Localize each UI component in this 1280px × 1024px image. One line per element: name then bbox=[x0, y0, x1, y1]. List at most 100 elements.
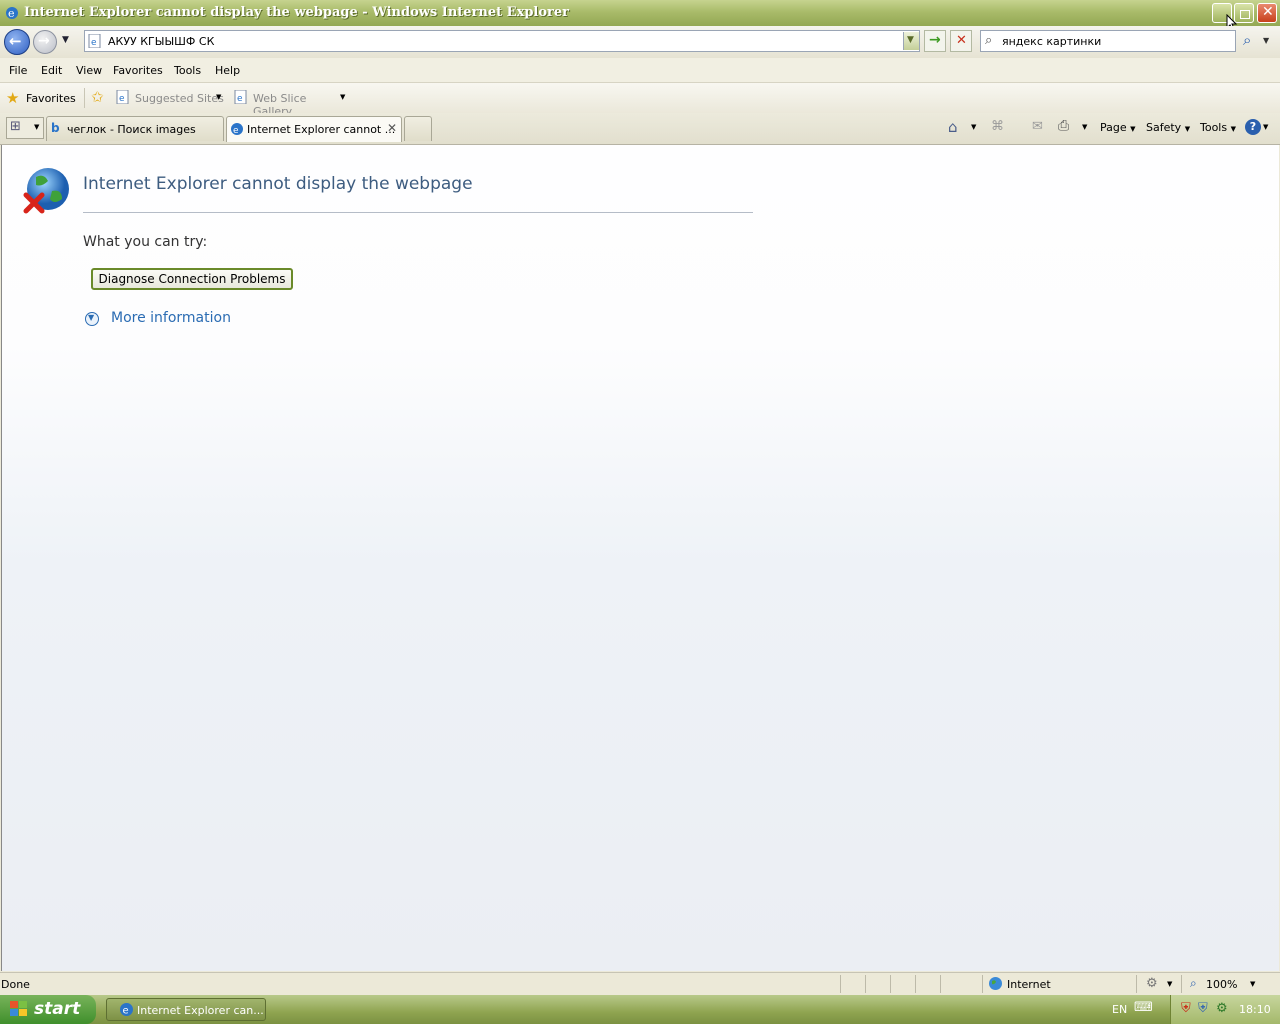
antivirus-shield-icon[interactable]: ⛨ bbox=[1181, 1001, 1191, 1016]
chevron-down-icon[interactable]: ▼ bbox=[1167, 980, 1172, 988]
home-icon[interactable]: ⌂ bbox=[948, 118, 958, 136]
network-icon[interactable]: ⚙ bbox=[1216, 1001, 1228, 1016]
chevron-down-icon: ▼ bbox=[1130, 125, 1136, 133]
tab-bar: ⊞ ▼ b чеглок - Поиск images e Internet E… bbox=[0, 113, 1280, 145]
expand-chevron-icon[interactable]: ▼ bbox=[85, 312, 99, 326]
favorites-button[interactable]: ★ Favorites bbox=[4, 88, 80, 108]
address-input[interactable]: АКУУ КГЫЫШФ СК bbox=[108, 35, 214, 48]
chevron-down-icon: ▼ bbox=[907, 35, 914, 45]
print-dropdown-icon[interactable]: ▼ bbox=[1082, 123, 1087, 131]
window-title: Internet Explorer cannot display the web… bbox=[24, 5, 570, 20]
read-mail-icon[interactable]: ✉ bbox=[1032, 119, 1043, 134]
svg-text:e: e bbox=[119, 94, 125, 104]
internet-zone-globe-icon bbox=[989, 977, 1002, 990]
address-dropdown-button[interactable]: ▼ bbox=[903, 32, 919, 50]
title-divider bbox=[83, 212, 753, 213]
suggested-sites-button[interactable]: e Suggested Sites ▼ bbox=[116, 89, 226, 107]
star-icon: ★ bbox=[6, 89, 20, 107]
chevron-down-icon: ▼ bbox=[1230, 125, 1236, 133]
web-slice-gallery-button[interactable]: e Web Slice Gallery ▼ bbox=[234, 89, 349, 118]
menu-file[interactable]: File bbox=[9, 64, 27, 77]
svg-text:e: e bbox=[123, 1006, 129, 1017]
address-bar[interactable]: e АКУУ КГЫЫШФ СК ▼ bbox=[84, 30, 920, 52]
chevron-down-icon: ▼ bbox=[216, 93, 222, 101]
separator bbox=[890, 975, 891, 993]
recent-pages-dropdown-icon[interactable]: ▼ bbox=[62, 35, 69, 45]
feeds-icon[interactable]: ⌘ bbox=[991, 119, 1004, 134]
quick-tabs-button[interactable]: ⊞ ▼ bbox=[6, 117, 44, 139]
search-icon: ⌕ bbox=[1243, 31, 1252, 49]
taskbar-item-ie[interactable]: e Internet Explorer can... bbox=[106, 998, 266, 1021]
keyboard-icon[interactable]: ⌨ bbox=[1134, 1000, 1153, 1015]
separator bbox=[1136, 975, 1137, 993]
close-tab-icon[interactable]: ✕ bbox=[387, 121, 397, 135]
error-title: Internet Explorer cannot display the web… bbox=[83, 174, 473, 194]
stop-button[interactable]: ✕ bbox=[950, 30, 972, 52]
help-icon[interactable]: ? bbox=[1245, 119, 1261, 135]
language-indicator[interactable]: EN bbox=[1112, 1003, 1127, 1016]
chevron-down-icon: ▼ bbox=[88, 313, 95, 322]
svg-text:e: e bbox=[233, 126, 239, 136]
back-button[interactable]: ← bbox=[4, 29, 30, 55]
close-icon: ✕ bbox=[1262, 4, 1274, 20]
close-window-button[interactable]: ✕ bbox=[1257, 3, 1277, 23]
forward-arrow-icon: → bbox=[38, 33, 50, 49]
chevron-down-icon: ▼ bbox=[1184, 125, 1191, 133]
start-button[interactable]: start bbox=[0, 995, 96, 1024]
forward-button[interactable]: → bbox=[33, 30, 57, 54]
globe-error-icon bbox=[23, 168, 69, 214]
clock[interactable]: 18:10 bbox=[1239, 1003, 1271, 1016]
tools-menu-button[interactable]: Tools ▼ bbox=[1200, 121, 1236, 134]
stop-icon: ✕ bbox=[956, 33, 967, 48]
go-button[interactable]: → bbox=[924, 30, 946, 52]
ie-logo-icon: e bbox=[231, 123, 243, 136]
tab-label: Internet Explorer cannot ... bbox=[247, 123, 396, 136]
diagnose-connection-problems-button[interactable]: Diagnose Connection Problems bbox=[91, 268, 293, 290]
taskbar: start e Internet Explorer can... EN ⌨ ⛨ … bbox=[0, 995, 1280, 1024]
help-dropdown-icon[interactable]: ▼ bbox=[1263, 123, 1268, 131]
separator bbox=[1181, 975, 1182, 993]
separator bbox=[940, 975, 941, 993]
status-text: Done bbox=[1, 978, 30, 991]
title-bar[interactable]: e Internet Explorer cannot display the w… bbox=[0, 0, 1280, 32]
print-icon[interactable]: ⎙ bbox=[1058, 118, 1069, 134]
start-label: start bbox=[34, 999, 81, 1019]
go-arrow-icon: → bbox=[929, 32, 941, 48]
search-input[interactable]: яндекс картинки bbox=[1002, 35, 1101, 48]
zoom-level[interactable]: 100% bbox=[1206, 978, 1237, 991]
menu-edit[interactable]: Edit bbox=[41, 64, 62, 77]
back-arrow-icon: ← bbox=[9, 32, 22, 50]
protected-mode-icon[interactable]: ⚙ bbox=[1146, 976, 1158, 991]
separator bbox=[865, 975, 866, 993]
svg-text:e: e bbox=[8, 7, 15, 20]
search-box[interactable]: ⌕ яндекс картинки bbox=[980, 30, 1236, 52]
tab-cheglok[interactable]: b чеглок - Поиск images bbox=[46, 116, 224, 141]
add-to-favorites-bar-icon[interactable]: ✩ bbox=[91, 88, 104, 106]
tab-list-dropdown-icon[interactable]: ▼ bbox=[34, 123, 39, 131]
menu-favorites[interactable]: Favorites bbox=[113, 64, 163, 77]
menu-tools[interactable]: Tools bbox=[174, 64, 201, 77]
safety-menu-label: Safety bbox=[1146, 121, 1182, 134]
more-information-link[interactable]: More information bbox=[111, 310, 231, 326]
ie-logo-icon: e bbox=[120, 1003, 133, 1017]
page-menu-label: Page bbox=[1100, 121, 1127, 134]
svg-text:e: e bbox=[237, 94, 243, 104]
system-tray: ⛨ ⛨ ⚙ 18:10 bbox=[1170, 995, 1280, 1024]
tab-error-page[interactable]: e Internet Explorer cannot ... ✕ bbox=[226, 116, 402, 142]
separator bbox=[915, 975, 916, 993]
security-center-icon[interactable]: ⛨ bbox=[1198, 1001, 1208, 1016]
menu-help[interactable]: Help bbox=[215, 64, 240, 77]
svg-text:e: e bbox=[91, 38, 97, 48]
security-zone-label[interactable]: Internet bbox=[1007, 978, 1051, 991]
search-button[interactable]: ⌕ bbox=[1239, 30, 1261, 52]
separator bbox=[840, 975, 841, 993]
search-options-dropdown-icon[interactable]: ▼ bbox=[1263, 36, 1269, 45]
what-you-can-try-label: What you can try: bbox=[83, 234, 208, 250]
page-menu-button[interactable]: Page ▼ bbox=[1100, 121, 1136, 134]
address-toolbar: ← → ▼ e АКУУ КГЫЫШФ СК ▼ → ✕ ⌕ яндекс ка… bbox=[0, 26, 1280, 58]
zoom-dropdown-icon[interactable]: ▼ bbox=[1250, 980, 1255, 988]
menu-view[interactable]: View bbox=[76, 64, 102, 77]
safety-menu-button[interactable]: Safety ▼ bbox=[1146, 121, 1190, 134]
new-tab-button[interactable] bbox=[404, 116, 432, 141]
home-dropdown-icon[interactable]: ▼ bbox=[971, 123, 976, 131]
